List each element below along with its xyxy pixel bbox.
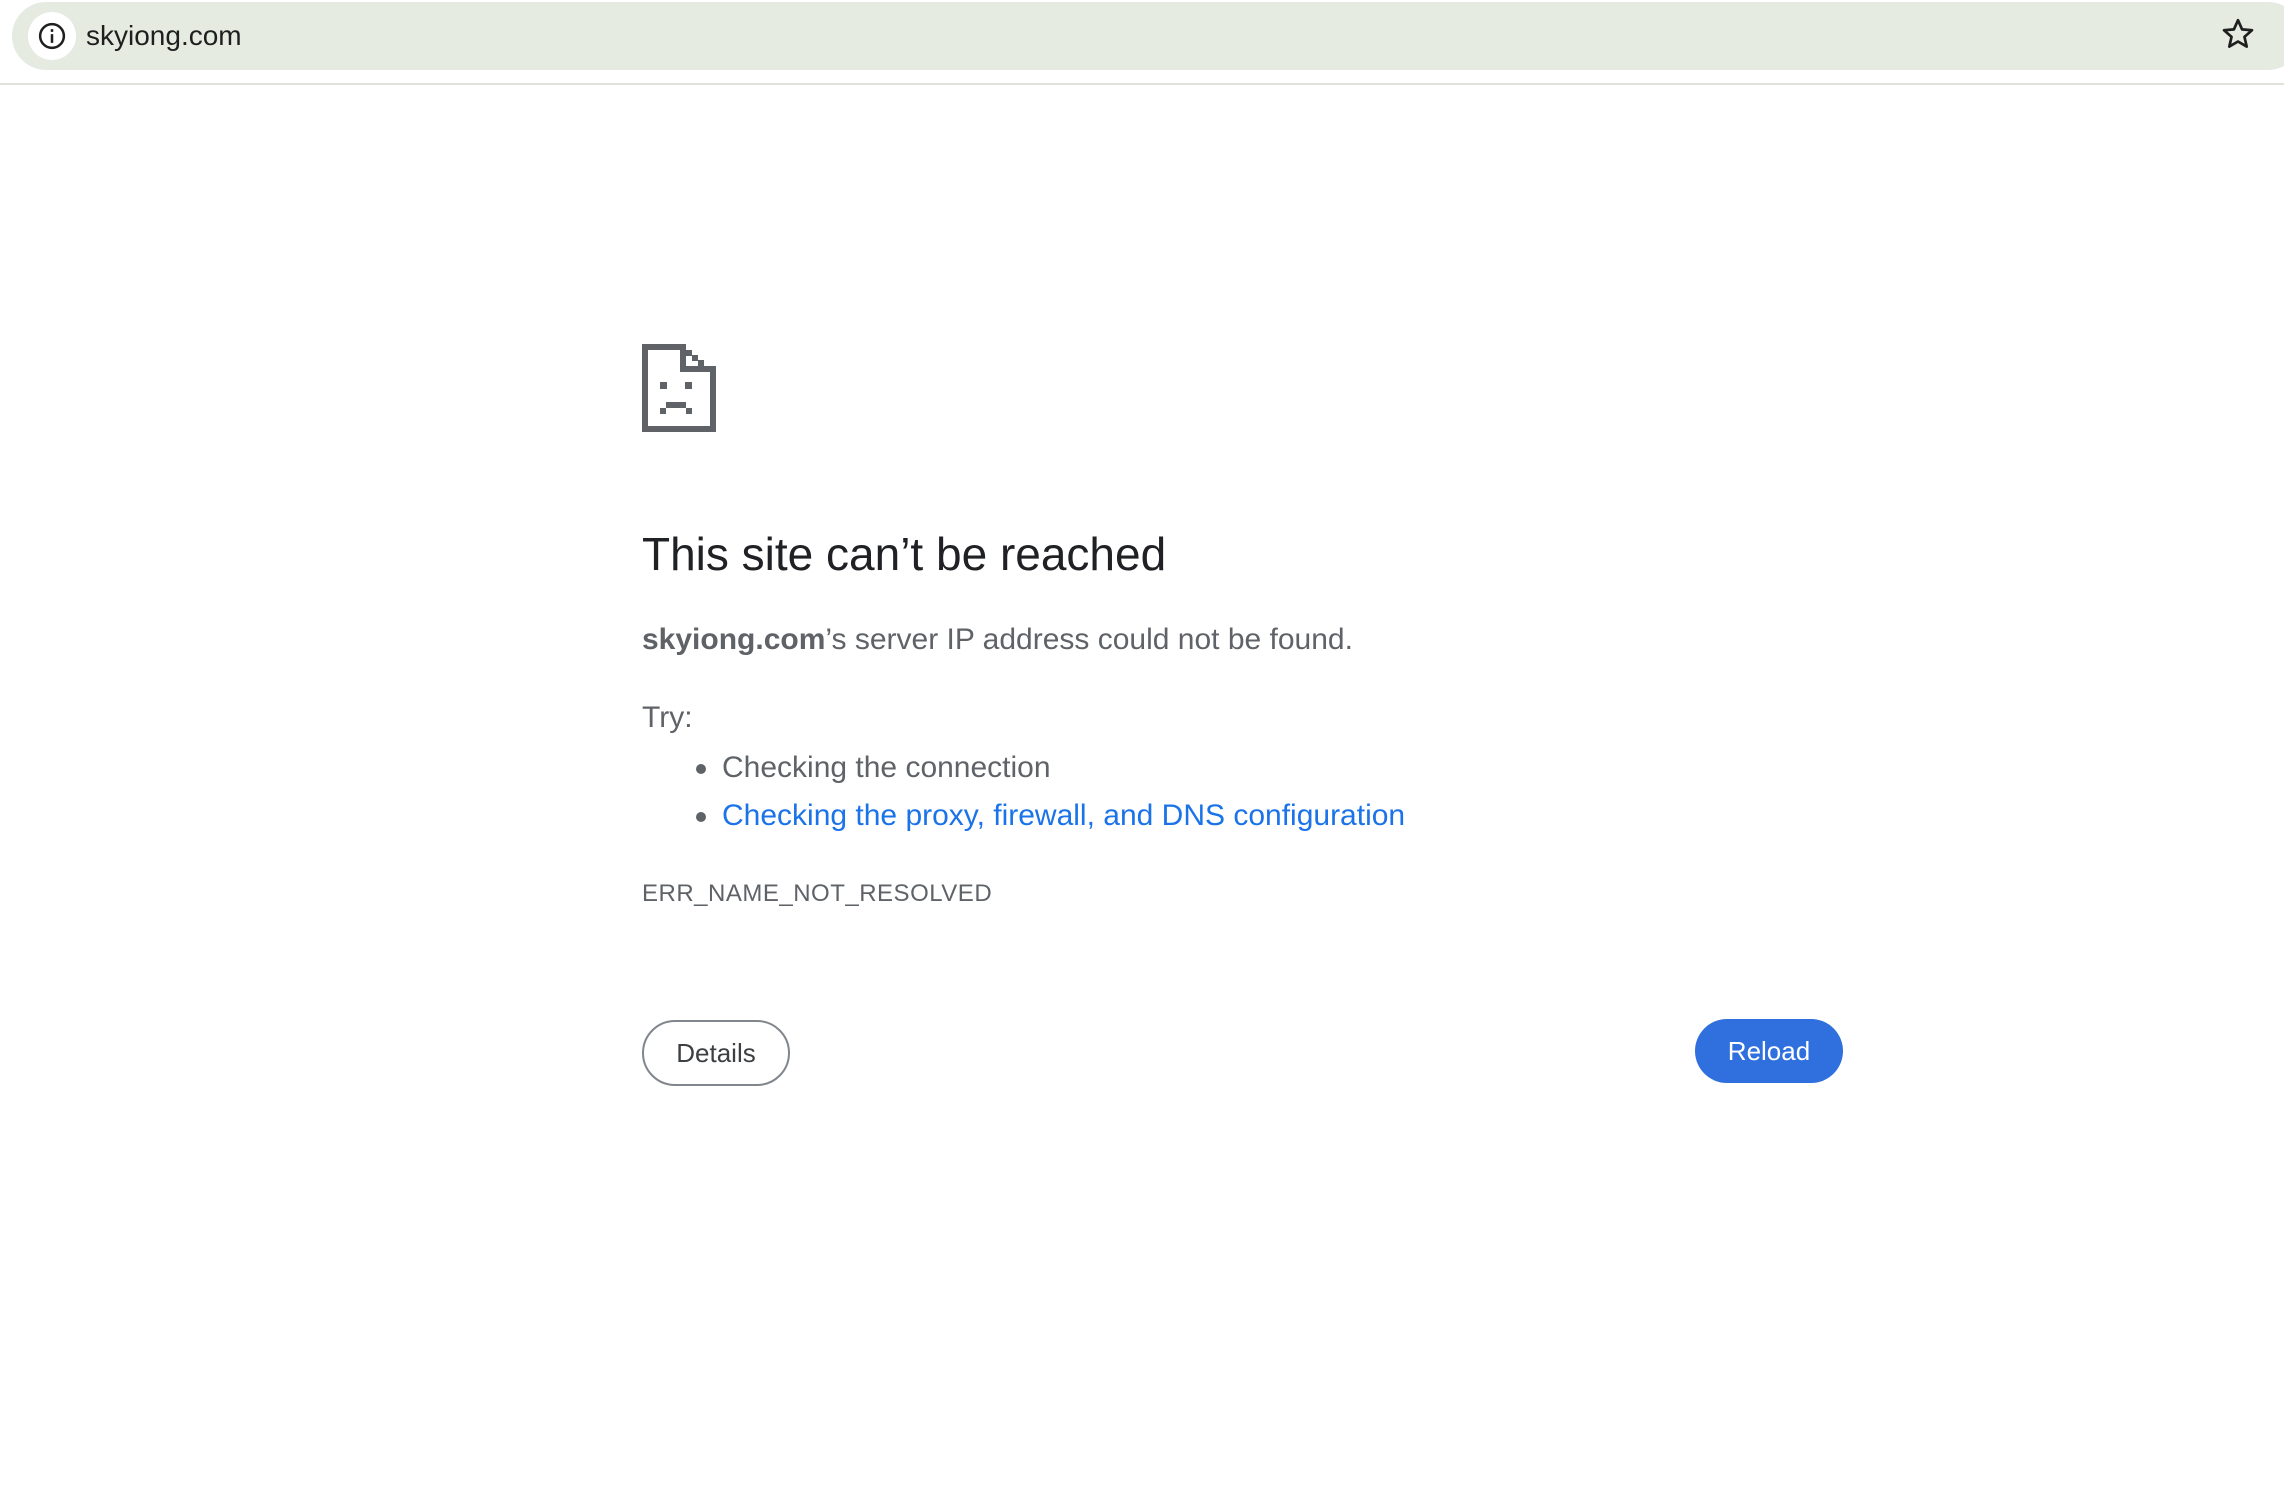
- details-button[interactable]: Details: [642, 1020, 790, 1086]
- summary-text: ’s server IP address could not be found.: [825, 623, 1353, 656]
- reload-button[interactable]: Reload: [1695, 1019, 1843, 1083]
- suggestion-list: Checking the connection Checking the pro…: [642, 744, 1405, 840]
- info-circle-icon: [38, 22, 66, 50]
- address-bar[interactable]: skyiong.com: [12, 2, 2284, 70]
- proxy-firewall-dns-link[interactable]: Checking the proxy, firewall, and DNS co…: [722, 799, 1405, 832]
- summary-host: skyiong.com: [642, 623, 826, 656]
- error-summary: skyiong.com’s server IP address could no…: [642, 620, 1353, 660]
- sad-document-icon: [642, 344, 716, 432]
- error-code: ERR_NAME_NOT_RESOLVED: [642, 880, 993, 907]
- page-title: This site can’t be reached: [642, 528, 1167, 580]
- browser-toolbar: skyiong.com: [0, 0, 2284, 85]
- try-label: Try:: [642, 701, 693, 734]
- suggestion-check-connection: Checking the connection: [642, 744, 1405, 792]
- url-text[interactable]: skyiong.com: [86, 18, 242, 54]
- site-info-button[interactable]: [28, 12, 76, 60]
- star-outline-icon[interactable]: [2220, 16, 2256, 52]
- suggestion-proxy-firewall-dns[interactable]: Checking the proxy, firewall, and DNS co…: [642, 792, 1405, 840]
